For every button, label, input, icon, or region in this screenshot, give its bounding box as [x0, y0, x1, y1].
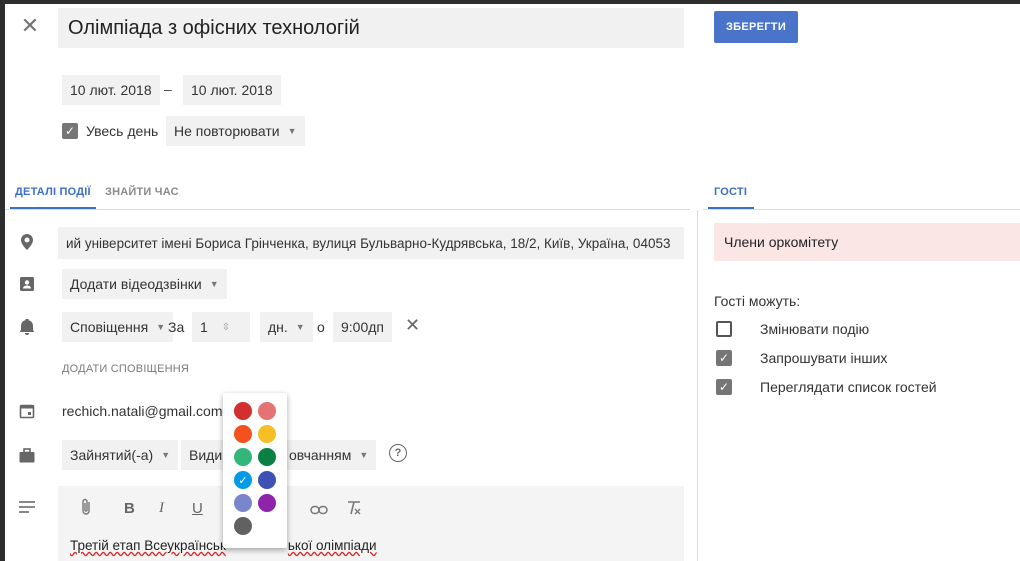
availability-dropdown[interactable]: Зайнятий(-а) ▼ — [62, 440, 179, 470]
help-icon[interactable]: ? — [389, 444, 407, 462]
permission-invite-checkbox[interactable]: ✓ — [716, 350, 732, 366]
close-icon[interactable]: ✕ — [18, 14, 42, 38]
briefcase-icon — [18, 446, 36, 464]
remove-notification-icon[interactable]: ✕ — [405, 315, 420, 336]
description-text-start: Третій етап Всеукраїнськ — [70, 538, 226, 553]
description-editor[interactable]: B I U Третій етап Всеукраїнськ ької олімп… — [58, 486, 684, 561]
event-title-input[interactable]: Олімпіада з офісних технологій — [58, 8, 684, 48]
repeat-dropdown[interactable]: Не повторювати ▼ — [166, 116, 305, 146]
calendar-icon — [18, 402, 36, 420]
color-swatch-graphite[interactable] — [234, 517, 252, 535]
date-separator: – — [164, 81, 172, 97]
chevron-down-icon: ▼ — [161, 450, 171, 460]
permission-modify-checkbox[interactable] — [716, 321, 732, 337]
start-date-field[interactable]: 10 лют. 2018 — [62, 75, 160, 105]
color-swatch-blueberry[interactable] — [258, 471, 276, 489]
visibility-dropdown-right[interactable]: овчанням ▼ — [287, 440, 377, 470]
notification-at: о — [317, 319, 325, 335]
permission-modify-label: Змінювати подію — [760, 321, 870, 337]
panel-divider — [697, 210, 698, 561]
color-swatch-lavender[interactable] — [234, 494, 252, 512]
description-text-tail: ької олімпіади — [287, 538, 377, 553]
visibility-label: Видим — [189, 447, 223, 463]
clear-format-icon[interactable] — [346, 500, 362, 520]
color-swatch-sage[interactable] — [234, 448, 252, 466]
color-palette-popup: ✓ — [223, 393, 287, 548]
color-swatch-flamingo[interactable] — [258, 402, 276, 420]
visibility-label-tail: овчанням — [289, 447, 352, 463]
notification-type-label: Сповіщення — [70, 319, 149, 335]
bell-icon — [18, 318, 36, 336]
guest-permissions-title: Гості можуть: — [714, 293, 801, 309]
tab-event-details[interactable]: ДЕТАЛІ ПОДІЇ — [15, 186, 91, 198]
tabs-divider — [5, 209, 690, 210]
save-button[interactable]: ЗБЕРЕГТИ — [714, 11, 798, 43]
color-swatch-grape[interactable] — [258, 494, 276, 512]
color-swatch-peacock-selected[interactable]: ✓ — [234, 471, 252, 489]
location-pin-icon — [18, 233, 36, 251]
visibility-dropdown-left[interactable]: Видим — [181, 440, 223, 470]
end-date-field[interactable]: 10 лют. 2018 — [183, 75, 281, 105]
chevron-down-icon: ▼ — [209, 279, 219, 289]
calendar-email[interactable]: rechich.natali@gmail.com — [62, 403, 223, 419]
tab-guests[interactable]: ГОСТІ — [714, 186, 747, 198]
guest-name: Члени оркомітету — [724, 234, 839, 250]
bold-button[interactable]: B — [124, 500, 135, 517]
paperclip-icon[interactable] — [80, 498, 92, 521]
permission-see-list-label: Переглядати список гостей — [760, 379, 937, 395]
color-swatch-tomato[interactable] — [234, 402, 252, 420]
notification-unit-dropdown[interactable]: дн. ▼ — [260, 312, 313, 342]
chevron-down-icon: ▼ — [156, 322, 166, 332]
all-day-checkbox[interactable]: ✓ — [62, 123, 78, 139]
chevron-down-icon: ▼ — [295, 322, 305, 332]
guests-tabs-divider — [703, 209, 1020, 210]
color-swatch-banana[interactable] — [258, 425, 276, 443]
permission-see-list-checkbox[interactable]: ✓ — [716, 379, 732, 395]
notification-prefix: За — [168, 319, 185, 335]
left-border — [0, 0, 5, 561]
all-day-label: Увесь день — [86, 123, 159, 139]
notification-time: 9:00дп — [341, 319, 384, 335]
video-conference-dropdown[interactable]: Додати відеодзвінки ▼ — [62, 269, 227, 299]
notification-time-field[interactable]: 9:00дп — [333, 312, 392, 342]
underline-button[interactable]: U — [192, 500, 203, 517]
availability-label: Зайнятий(-а) — [70, 447, 154, 463]
permission-invite-label: Запрошувати інших — [760, 350, 888, 366]
add-notification-link[interactable]: ДОДАТИ СПОВІЩЕННЯ — [62, 363, 189, 375]
color-swatch-tangerine[interactable] — [234, 425, 252, 443]
chevron-down-icon: ▼ — [359, 450, 369, 460]
stepper-icon[interactable]: ⇳ — [222, 322, 230, 333]
end-date-text: 10 лют. 2018 — [191, 82, 273, 98]
guest-list-item[interactable]: Члени оркомітету — [714, 223, 1020, 261]
location-input[interactable]: ий університет імені Бориса Грінченка, в… — [58, 227, 684, 259]
repeat-label: Не повторювати — [174, 123, 280, 139]
chevron-down-icon: ▼ — [287, 126, 297, 136]
description-icon — [18, 498, 36, 516]
video-conference-label: Додати відеодзвінки — [70, 276, 202, 292]
notification-type-dropdown[interactable]: Сповіщення ▼ — [62, 312, 174, 342]
tab-find-time[interactable]: ЗНАЙТИ ЧАС — [105, 186, 179, 198]
start-date-text: 10 лют. 2018 — [70, 82, 152, 98]
notification-amount: 1 — [200, 319, 208, 335]
top-border — [0, 0, 1020, 4]
link-icon[interactable] — [310, 502, 328, 519]
italic-button[interactable]: I — [159, 500, 164, 517]
video-conference-icon — [18, 275, 36, 293]
notification-amount-stepper[interactable]: 1 ⇳ — [192, 312, 250, 342]
event-title-text: Олімпіада з офісних технологій — [68, 16, 360, 39]
color-swatch-basil[interactable] — [258, 448, 276, 466]
notification-unit: дн. — [268, 319, 288, 335]
location-text: ий університет імені Бориса Грінченка, в… — [66, 235, 671, 251]
